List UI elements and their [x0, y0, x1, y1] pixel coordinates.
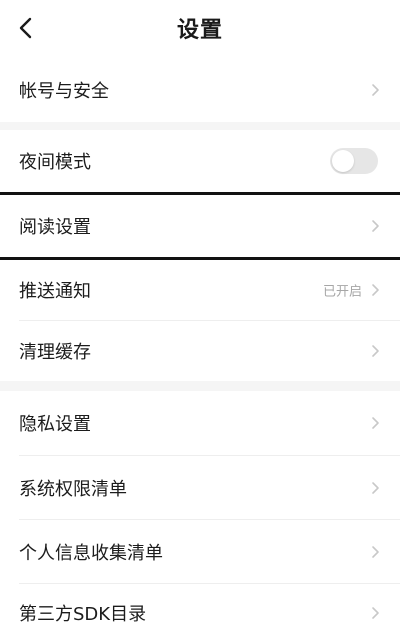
settings-item-label: 推送通知	[19, 281, 91, 302]
chevron-right-icon	[372, 284, 379, 296]
settings-item-system-permissions[interactable]: 系统权限清单	[0, 456, 400, 519]
settings-item-label: 隐私设置	[19, 414, 91, 435]
settings-item-account-security[interactable]: 帐号与安全	[0, 58, 400, 122]
settings-item-privacy[interactable]: 隐私设置	[0, 391, 400, 455]
settings-item-label: 系统权限清单	[19, 478, 127, 500]
settings-item-label: 第三方SDK目录	[19, 604, 147, 625]
section-gap	[0, 122, 400, 130]
settings-item-night-mode: 夜间模式	[0, 130, 400, 192]
chevron-right-icon	[372, 345, 379, 357]
settings-item-label: 个人信息收集清单	[19, 542, 163, 564]
chevron-right-icon	[372, 545, 379, 558]
chevron-right-icon	[372, 481, 379, 494]
toggle-knob	[332, 150, 354, 172]
settings-item-push-notification[interactable]: 推送通知 已开启	[0, 260, 400, 320]
settings-item-personal-info-collection[interactable]: 个人信息收集清单	[0, 520, 400, 583]
chevron-right-icon	[372, 607, 379, 619]
chevron-right-icon	[372, 84, 379, 96]
page-title: 设置	[176, 18, 223, 43]
chevron-right-icon	[372, 220, 379, 232]
settings-item-reading[interactable]: 阅读设置	[0, 195, 400, 257]
chevron-right-icon	[372, 417, 379, 429]
settings-item-third-party-sdk[interactable]: 第三方SDK目录	[0, 584, 400, 626]
navigation-bar: 设置	[0, 0, 400, 56]
settings-item-clear-cache[interactable]: 清理缓存	[0, 321, 400, 381]
section-gap	[0, 381, 400, 391]
settings-item-label: 帐号与安全	[19, 81, 109, 102]
settings-item-label: 夜间模式	[19, 152, 91, 173]
push-status-value: 已开启	[322, 284, 362, 300]
settings-page: 设置 帐号与安全 夜间模式 阅读设置 推送通知 已开启 清理缓存 隐私设置 系统…	[0, 0, 400, 626]
night-mode-toggle[interactable]	[330, 148, 378, 174]
settings-item-label: 阅读设置	[19, 217, 91, 238]
settings-item-label: 清理缓存	[19, 342, 91, 363]
